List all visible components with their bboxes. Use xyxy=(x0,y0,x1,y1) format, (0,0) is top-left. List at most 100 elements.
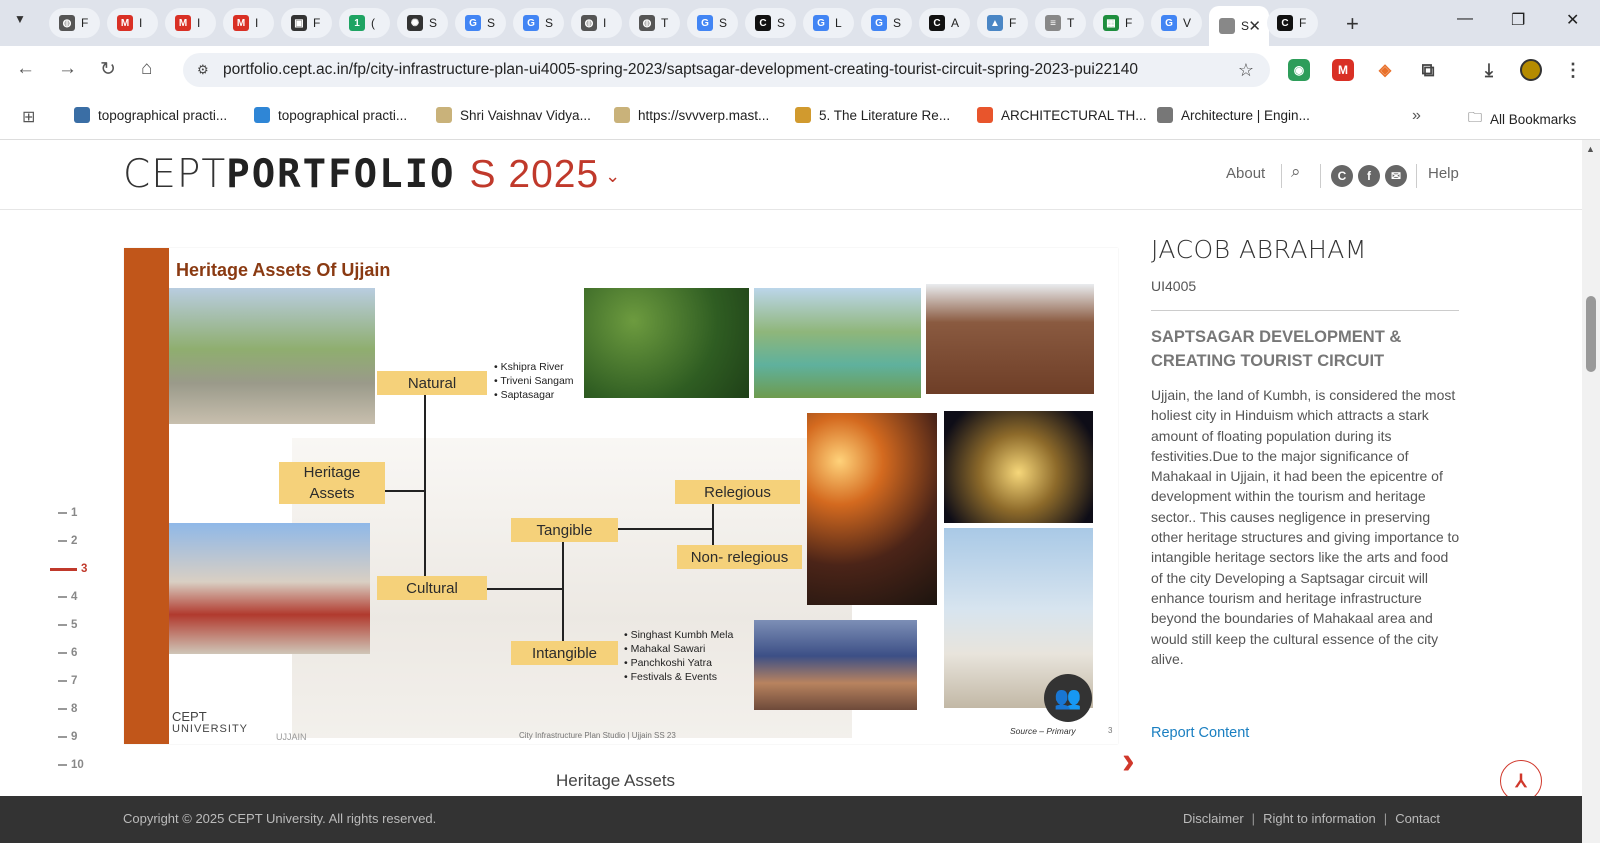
download-icon[interactable]: ⤓ xyxy=(1478,59,1500,81)
tab-search-chevron-icon[interactable]: ▼ xyxy=(14,12,26,26)
kumbh-mela-crowd-photo xyxy=(754,620,917,710)
browser-tab[interactable]: GV xyxy=(1151,8,1202,38)
browser-tab[interactable]: CS xyxy=(745,8,796,38)
tab-label: I xyxy=(255,16,259,30)
pager-item-10[interactable]: 10 xyxy=(58,759,84,771)
pager-dash xyxy=(58,596,67,598)
cept-portfolio-logo[interactable]: CEPTPORTFOLIO S 2025 ⌄ xyxy=(123,152,621,197)
portfolio-slide[interactable]: Heritage Assets Of Ujjain Natural Herita… xyxy=(124,248,1118,744)
browser-tab[interactable]: ✺ S xyxy=(397,8,448,38)
browser-tab[interactable]: GS xyxy=(687,8,738,38)
bookmark-item[interactable]: ARCHITECTURAL TH... xyxy=(977,107,1147,123)
new-tab-button[interactable]: + xyxy=(1346,11,1359,37)
browser-tab[interactable]: ◍ F xyxy=(49,8,100,38)
pager-item-3[interactable]: 3 xyxy=(50,563,87,575)
extensions-puzzle-icon[interactable]: ⧉ xyxy=(1417,59,1439,81)
right-to-information-link[interactable]: Right to information xyxy=(1263,811,1376,826)
semester-selector[interactable]: S 2025 xyxy=(470,153,600,196)
bookmark-item[interactable]: 5. The Literature Re... xyxy=(795,107,950,123)
address-bar[interactable]: ⚙ portfolio.cept.ac.in/fp/city-infrastru… xyxy=(183,53,1270,87)
close-window-icon[interactable]: ✕ xyxy=(1566,10,1579,30)
browser-tab[interactable]: CF xyxy=(1267,8,1318,38)
bookmark-item[interactable]: topographical practi... xyxy=(254,107,407,123)
minimize-icon[interactable]: — xyxy=(1457,10,1473,28)
search-icon[interactable]: ⌕ xyxy=(1291,162,1301,182)
bookmark-item[interactable]: Architecture | Engin... xyxy=(1157,107,1310,123)
restore-icon[interactable]: ❐ xyxy=(1511,10,1525,30)
browser-tab[interactable]: GS xyxy=(861,8,912,38)
cept-social-icon[interactable]: C xyxy=(1331,165,1353,187)
contact-link[interactable]: Contact xyxy=(1395,811,1440,826)
browser-tab[interactable]: CA xyxy=(919,8,970,38)
chevron-down-icon[interactable]: ⌄ xyxy=(605,166,621,186)
all-bookmarks[interactable]: 🗀 All Bookmarks xyxy=(1468,107,1576,131)
browser-tab[interactable]: GS xyxy=(513,8,564,38)
browser-tab[interactable]: MI xyxy=(223,8,274,38)
saptasagar-pond-photo xyxy=(584,288,749,398)
next-slide-arrow-icon[interactable]: › xyxy=(1122,740,1135,783)
bookmark-item[interactable]: https://svvverp.mast... xyxy=(614,107,769,123)
browser-tab[interactable]: 1( xyxy=(339,8,390,38)
browser-tab[interactable]: MI xyxy=(107,8,158,38)
scroll-up-icon[interactable]: ▲ xyxy=(1586,144,1595,154)
group-members-icon[interactable]: 👥 xyxy=(1044,674,1092,722)
pager-number: 7 xyxy=(71,675,78,687)
pager-item-8[interactable]: 8 xyxy=(58,703,77,715)
folder-icon: 🗀 xyxy=(1468,109,1482,125)
pager-item-7[interactable]: 7 xyxy=(58,675,77,687)
page-scrollbar[interactable]: ▲ xyxy=(1582,140,1600,843)
pager-number: 1 xyxy=(71,507,78,519)
scrollbar-thumb[interactable] xyxy=(1586,296,1596,372)
bookmark-star-icon[interactable]: ☆ xyxy=(1238,60,1254,81)
extension-red-icon[interactable]: M xyxy=(1332,59,1354,81)
browser-tab[interactable]: ◍ I xyxy=(571,8,622,38)
site-footer: Copyright © 2025 CEPT University. All ri… xyxy=(0,796,1582,843)
pager-item-5[interactable]: 5 xyxy=(58,619,77,631)
bookmark-label: topographical practi... xyxy=(98,107,228,123)
report-content-link[interactable]: Report Content xyxy=(1151,725,1249,741)
pager-item-9[interactable]: 9 xyxy=(58,731,77,743)
nav-about-link[interactable]: About xyxy=(1226,165,1265,182)
url-text[interactable]: portfolio.cept.ac.in/fp/city-infrastruct… xyxy=(223,61,1213,79)
google-icon: G xyxy=(697,15,713,31)
pager-item-6[interactable]: 6 xyxy=(58,647,77,659)
site-info-icon[interactable]: ⚙ xyxy=(197,62,213,78)
browser-tab[interactable]: S ✕ xyxy=(1209,6,1269,46)
apps-grid-icon[interactable]: ⊞ xyxy=(22,107,35,127)
extension-green-icon[interactable]: ◉ xyxy=(1288,59,1310,81)
intangible-assets-list: Singhast Kumbh Mela Mahakal Sawari Panch… xyxy=(624,628,734,684)
pager-item-4[interactable]: 4 xyxy=(58,591,77,603)
university-seal-icon xyxy=(436,107,452,123)
project-title: SAPTSAGAR DEVELOPMENT & CREATING TOURIST… xyxy=(1151,328,1402,370)
contacts-icon: ▣ xyxy=(291,15,307,31)
bookmark-item[interactable]: Shri Vaishnav Vidya... xyxy=(436,107,591,123)
browser-tab[interactable]: GS xyxy=(455,8,506,38)
extension-layers-icon[interactable]: ◈ xyxy=(1374,59,1396,81)
pager-item-2[interactable]: 2 xyxy=(58,535,77,547)
profile-avatar[interactable] xyxy=(1520,59,1542,81)
menu-dots-icon[interactable]: ⋮ xyxy=(1562,59,1584,81)
more-bookmarks-icon[interactable]: » xyxy=(1412,107,1421,125)
bookmark-item[interactable]: topographical practi... xyxy=(74,107,227,123)
google-icon: G xyxy=(465,15,481,31)
browser-tab[interactable]: ▣ F xyxy=(281,8,332,38)
disclaimer-link[interactable]: Disclaimer xyxy=(1183,811,1244,826)
facebook-icon[interactable]: f xyxy=(1358,165,1380,187)
browser-tab[interactable]: ≡ T xyxy=(1035,8,1086,38)
browser-tab[interactable]: ▲ F xyxy=(977,8,1028,38)
close-tab-icon[interactable]: ✕ xyxy=(1248,17,1261,35)
forward-icon[interactable]: → xyxy=(58,58,77,80)
browser-tab[interactable]: ▦ F xyxy=(1093,8,1144,38)
reload-icon[interactable]: ↻ xyxy=(100,58,116,81)
pager-item-1[interactable]: 1 xyxy=(58,507,77,519)
nav-help-link[interactable]: Help xyxy=(1428,165,1459,182)
browser-tab[interactable]: MI xyxy=(165,8,216,38)
home-icon[interactable]: ⌂ xyxy=(141,58,152,80)
browser-tab[interactable]: GL xyxy=(803,8,854,38)
browser-tab[interactable]: ◍ T xyxy=(629,8,680,38)
divider xyxy=(1281,164,1282,188)
google-icon: G xyxy=(813,15,829,31)
email-icon[interactable]: ✉ xyxy=(1385,165,1407,187)
back-icon[interactable]: ← xyxy=(16,58,35,80)
project-description: Ujjain, the land of Kumbh, is considered… xyxy=(1151,387,1460,667)
